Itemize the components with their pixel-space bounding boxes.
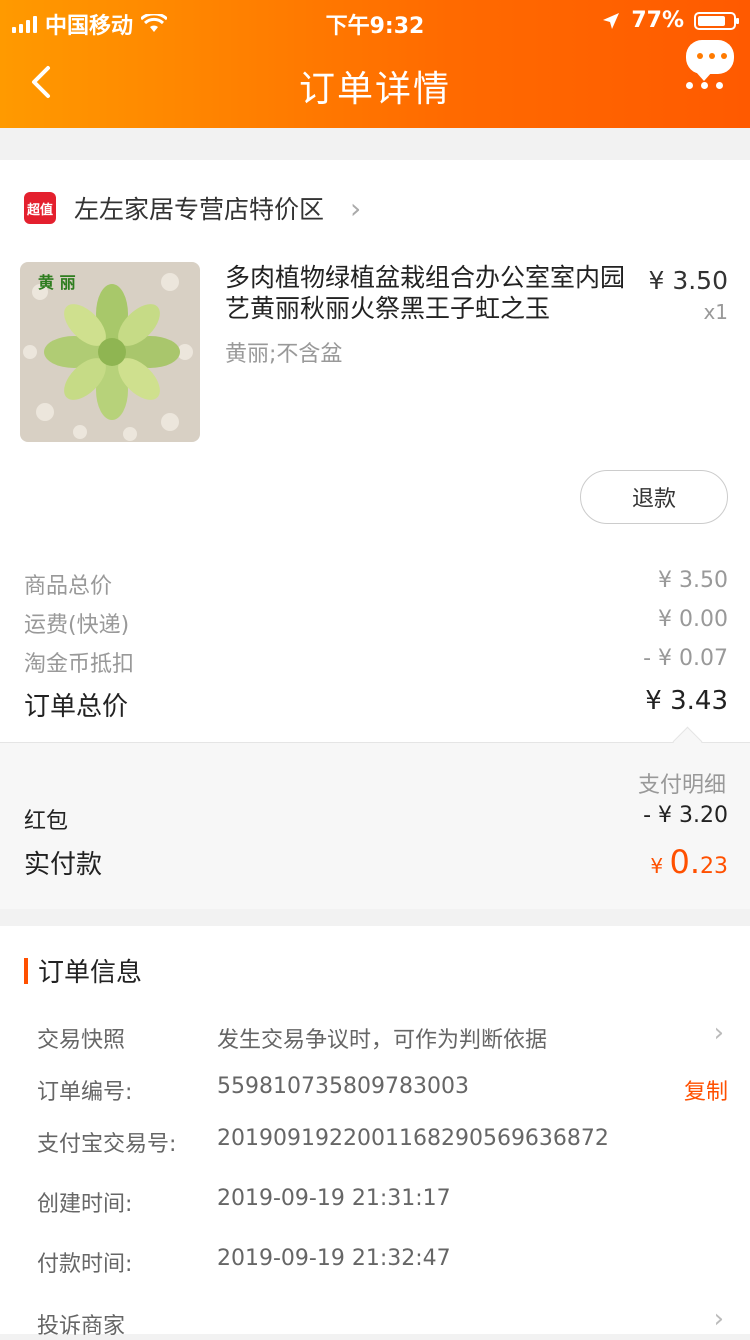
summary-label: 淘金币抵扣 xyxy=(24,652,135,677)
product-price: ¥ 3.50 xyxy=(648,266,728,295)
snapshot-value: 发生交易争议时，可作为判断依据 xyxy=(217,1028,548,1053)
shop-link[interactable]: 超值 左左家居专营店特价区 › xyxy=(24,190,361,226)
chevron-right-icon: › xyxy=(350,191,362,225)
summary-row-coins: 淘金币抵扣 - ¥ 0.07 xyxy=(24,646,728,678)
paid-currency: ¥ xyxy=(650,854,670,878)
summary-row-shipping: 运费(快递) ¥ 0.00 xyxy=(24,607,728,639)
paid-row: 实付款 ¥ 0.23 xyxy=(24,843,728,881)
battery-percent: 77% xyxy=(631,8,684,33)
snapshot-label: 交易快照 xyxy=(37,1028,126,1053)
shop-name: 左左家居专营店特价区 xyxy=(74,195,325,224)
summary-value: ¥ 3.50 xyxy=(658,568,728,593)
nav-bar: 订单详情 xyxy=(0,40,750,112)
chevron-right-icon: › xyxy=(713,1018,724,1048)
created-label: 创建时间: xyxy=(37,1192,133,1217)
payment-detail-box: 支付明细 红包 - ¥ 3.20 实付款 ¥ 0.23 xyxy=(0,742,750,909)
summary-row-goods: 商品总价 ¥ 3.50 xyxy=(24,568,728,600)
order-total-row: 订单总价 ¥ 3.43 xyxy=(24,686,728,723)
alipay-label: 支付宝交易号: xyxy=(37,1132,177,1157)
paid-amount: ¥ 0.23 xyxy=(650,843,728,881)
copy-button[interactable]: 复制 xyxy=(684,1074,728,1106)
product-image[interactable]: 黄 丽 xyxy=(20,262,200,442)
header: 中国移动 下午9:32 77% 订单详情 xyxy=(0,0,750,128)
order-number-label: 订单编号: xyxy=(37,1080,133,1105)
redpacket-value: - ¥ 3.20 xyxy=(643,803,728,828)
order-info-title: 订单信息 xyxy=(24,952,142,989)
product-qty: x1 xyxy=(703,300,728,324)
redpacket-label: 红包 xyxy=(24,809,69,834)
message-icon[interactable] xyxy=(686,40,736,90)
complain-label: 投诉商家 xyxy=(37,1314,126,1339)
location-icon xyxy=(603,12,620,29)
summary-label: 运费(快递) xyxy=(24,613,130,638)
summary-value: ¥ 0.00 xyxy=(658,607,728,632)
paid-label: 实付款 xyxy=(24,850,103,880)
order-info-heading: 订单信息 xyxy=(38,958,143,988)
status-bar: 中国移动 下午9:32 77% xyxy=(0,8,750,39)
paid-integer: 0. xyxy=(669,843,700,881)
summary-value: - ¥ 0.07 xyxy=(643,646,728,671)
redpacket-row: 红包 - ¥ 3.20 xyxy=(24,803,728,835)
paid-time-label: 付款时间: xyxy=(37,1252,133,1277)
refund-button[interactable]: 退款 xyxy=(580,470,728,524)
order-total-value: ¥ 3.43 xyxy=(645,686,728,716)
section-accent-bar xyxy=(24,957,28,984)
product-image-label: 黄 丽 xyxy=(38,273,76,292)
payment-detail-label: 支付明细 xyxy=(637,773,726,798)
product-sku: 黄丽;不含盆 xyxy=(225,342,343,367)
created-time: 2019-09-19 21:31:17 xyxy=(217,1186,451,1211)
paid-decimal: 23 xyxy=(700,854,728,879)
shop-badge-icon: 超值 xyxy=(24,192,56,224)
product-title[interactable]: 多肉植物绿植盆栽组合办公室室内园艺黄丽秋丽火祭黑王子虹之玉 xyxy=(225,262,625,324)
page-title: 订单详情 xyxy=(298,69,451,110)
order-number: 559810735809783003 xyxy=(217,1074,469,1099)
summary-label: 商品总价 xyxy=(24,574,113,599)
battery-icon xyxy=(694,11,739,30)
alipay-number: 2019091922001168290569636872 xyxy=(217,1126,609,1151)
order-total-label: 订单总价 xyxy=(24,692,129,722)
paid-time: 2019-09-19 21:32:47 xyxy=(217,1246,451,1271)
chevron-right-icon: › xyxy=(713,1304,724,1334)
